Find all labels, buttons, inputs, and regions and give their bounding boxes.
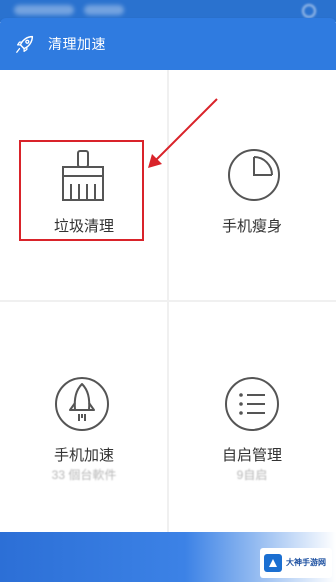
screen: 清理加速 垃圾清理 手机瘦身 手机加速 33 個台軟件 自启管理 9自启 大神手…	[0, 0, 336, 582]
arrow-icon	[148, 98, 218, 168]
status-icon	[302, 4, 316, 18]
divider	[0, 300, 336, 302]
watermark-text: 大神手游网	[286, 558, 326, 567]
tile-autostart-manage[interactable]: 自启管理 9自启	[168, 302, 336, 532]
tile-label: 手机瘦身	[221, 218, 282, 235]
tile-phone-speedup[interactable]: 手机加速 33 個台軟件	[0, 302, 168, 532]
rocket-icon	[55, 377, 109, 431]
tile-label: 手机加速	[53, 447, 114, 464]
tile-label: 自启管理	[221, 447, 282, 464]
pie-chart-icon	[228, 149, 280, 201]
tile-subtitle: 33 個台軟件	[51, 468, 117, 482]
watermark-logo-icon	[264, 554, 282, 572]
tile-subtitle: 9自启	[236, 468, 268, 482]
watermark: 大神手游网	[260, 548, 332, 578]
list-icon	[225, 377, 279, 431]
highlight-box	[19, 140, 144, 241]
rocket-icon	[16, 35, 34, 53]
app-bar: 清理加速	[0, 18, 336, 70]
page-title: 清理加速	[48, 36, 106, 52]
